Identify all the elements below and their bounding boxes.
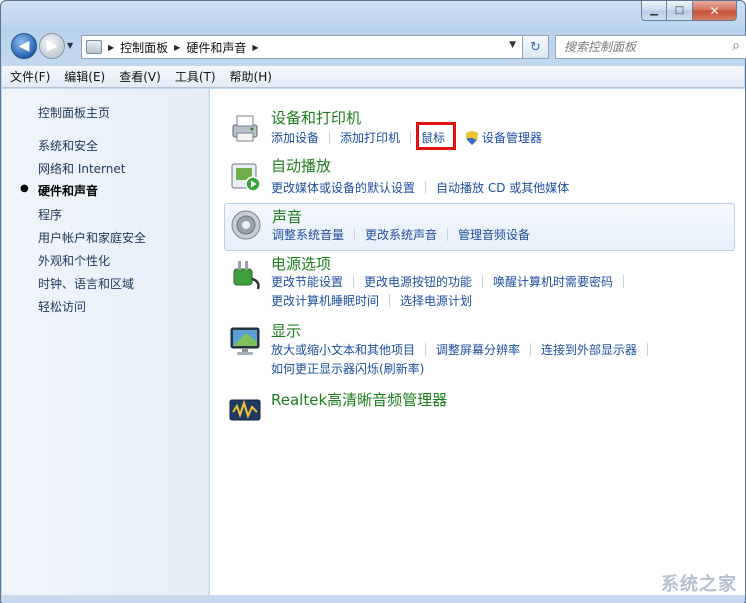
breadcrumb-control-panel[interactable]: 控制面板 xyxy=(120,39,168,56)
refresh-button[interactable]: ↻ xyxy=(523,35,549,59)
link-separator xyxy=(623,275,625,288)
menu-bar: 文件(F) 编辑(E) 查看(V) 工具(T) 帮助(H) xyxy=(2,66,744,88)
category-links: 更改媒体或设备的默认设置 自动播放 CD 或其他媒体 xyxy=(271,179,569,196)
address-dropdown-icon[interactable]: ▼ xyxy=(509,40,516,50)
link-separator xyxy=(353,275,355,288)
address-bar[interactable]: ▶ 控制面板 ▶ 硬件和声音 ▶ ▼ xyxy=(81,35,523,59)
left-navigation-pane: 控制面板主页 系统和安全 网络和 Internet ● 硬件和声音 程序 用户帐… xyxy=(2,89,209,595)
menu-view[interactable]: 查看(V) xyxy=(119,68,161,85)
realtek-audio-icon[interactable] xyxy=(228,393,262,427)
link-adjust-volume[interactable]: 调整系统音量 xyxy=(272,226,344,243)
category-title[interactable]: 设备和打印机 xyxy=(271,107,361,128)
back-button[interactable]: ◀ xyxy=(11,33,37,59)
link-change-power-saving[interactable]: 更改节能设置 xyxy=(271,273,343,290)
sidebar-item-ease-of-access[interactable]: 轻松访问 xyxy=(38,298,86,315)
watermark: 系统之家 xyxy=(661,574,737,595)
link-change-sounds[interactable]: 更改系统声音 xyxy=(365,226,437,243)
breadcrumb-hardware-sound[interactable]: 硬件和声音 xyxy=(186,39,246,56)
category-title[interactable]: 显示 xyxy=(271,320,301,341)
link-add-printer[interactable]: 添加打印机 xyxy=(340,129,400,146)
link-device-manager[interactable]: 设备管理器 xyxy=(482,129,542,146)
category-realtek-audio: Realtek高清晰音频管理器 xyxy=(224,389,735,423)
sidebar-item-appearance[interactable]: 外观和个性化 xyxy=(38,252,110,269)
category-links: 放大或缩小文本和其他项目 调整屏幕分辨率 连接到外部显示器 xyxy=(271,341,658,358)
category-power-options: 电源选项 更改节能设置 更改电源按钮的功能 唤醒计算机时需要密码 更改计算机睡眠… xyxy=(224,253,735,309)
link-separator xyxy=(482,275,484,288)
link-separator xyxy=(425,181,427,194)
category-links: 更改计算机睡眠时间 选择电源计划 xyxy=(271,292,472,309)
recent-pages-dropdown-icon[interactable]: ▼ xyxy=(67,41,73,50)
search-box[interactable]: ⌕ xyxy=(555,35,746,59)
link-separator xyxy=(329,131,331,144)
close-button[interactable]: ✕ xyxy=(693,1,737,21)
maximize-button[interactable]: □ xyxy=(667,1,693,21)
minimize-button[interactable]: ▁ xyxy=(641,1,667,21)
link-separator xyxy=(530,343,532,356)
sidebar-item-network[interactable]: 网络和 Internet xyxy=(38,160,125,177)
link-separator xyxy=(410,131,412,144)
control-panel-window: ▁ □ ✕ ◀ ▶ ▼ ▶ 控制面板 ▶ 硬件和声音 ▶ ▼ ↻ ⌕ 文件(F)… xyxy=(0,0,746,603)
breadcrumb-arrow-icon[interactable]: ▶ xyxy=(108,43,114,52)
category-title[interactable]: 电源选项 xyxy=(271,253,331,274)
sidebar-item-clock-region[interactable]: 时钟、语言和区域 xyxy=(38,275,134,292)
forward-button[interactable]: ▶ xyxy=(39,33,65,59)
category-sound: 声音 调整系统音量 更改系统声音 管理音频设备 xyxy=(224,203,735,251)
category-display: 显示 放大或缩小文本和其他项目 调整屏幕分辨率 连接到外部显示器 如何更正显示器… xyxy=(224,320,735,378)
speaker-icon[interactable] xyxy=(229,208,263,242)
category-autoplay: 自动播放 更改媒体或设备的默认设置 自动播放 CD 或其他媒体 xyxy=(224,155,735,195)
power-plug-icon[interactable] xyxy=(228,257,262,291)
category-title[interactable]: 自动播放 xyxy=(271,155,331,176)
category-title[interactable]: 声音 xyxy=(272,206,302,227)
caption-buttons: ▁ □ ✕ xyxy=(641,1,737,21)
link-choose-power-plan[interactable]: 选择电源计划 xyxy=(400,292,472,309)
navigation-bar: ◀ ▶ ▼ ▶ 控制面板 ▶ 硬件和声音 ▶ ▼ ↻ ⌕ xyxy=(9,33,746,61)
link-power-button-action[interactable]: 更改电源按钮的功能 xyxy=(364,273,472,290)
link-external-display[interactable]: 连接到外部显示器 xyxy=(541,341,637,358)
menu-edit[interactable]: 编辑(E) xyxy=(64,68,105,85)
menu-help[interactable]: 帮助(H) xyxy=(230,68,272,85)
category-links: 调整系统音量 更改系统声音 管理音频设备 xyxy=(272,226,530,243)
monitor-icon[interactable] xyxy=(228,324,262,358)
uac-shield-icon xyxy=(466,130,479,145)
printer-icon[interactable] xyxy=(228,111,262,145)
autoplay-icon[interactable] xyxy=(228,159,262,193)
menu-tools[interactable]: 工具(T) xyxy=(175,68,216,85)
sidebar-item-hardware-sound: 硬件和声音 xyxy=(38,184,99,198)
sidebar-item-user-accounts[interactable]: 用户帐户和家庭安全 xyxy=(38,229,146,246)
link-separator xyxy=(389,294,391,307)
sidebar-item-system-security[interactable]: 系统和安全 xyxy=(38,137,98,154)
link-text-size[interactable]: 放大或缩小文本和其他项目 xyxy=(271,341,415,358)
search-icon[interactable]: ⌕ xyxy=(732,38,740,54)
link-separator xyxy=(354,228,356,241)
category-devices-printers: 设备和打印机 添加设备 添加打印机 鼠标 设备管理器 xyxy=(224,107,735,151)
category-links: 更改节能设置 更改电源按钮的功能 唤醒计算机时需要密码 xyxy=(271,273,634,290)
link-add-device[interactable]: 添加设备 xyxy=(271,129,319,146)
current-item-bullet-icon: ● xyxy=(20,183,29,194)
link-screen-resolution[interactable]: 调整屏幕分辨率 xyxy=(436,341,520,358)
link-change-default-media[interactable]: 更改媒体或设备的默认设置 xyxy=(271,179,415,196)
link-manage-audio-devices[interactable]: 管理音频设备 xyxy=(458,226,530,243)
link-autoplay-cd[interactable]: 自动播放 CD 或其他媒体 xyxy=(436,179,569,196)
main-content-pane: 设备和打印机 添加设备 添加打印机 鼠标 设备管理器 自动播放 更改媒体或设备的… xyxy=(210,89,745,595)
breadcrumb-arrow-icon[interactable]: ▶ xyxy=(252,43,258,52)
category-links: 添加设备 添加打印机 鼠标 设备管理器 xyxy=(271,129,542,146)
link-separator xyxy=(447,228,449,241)
category-title[interactable]: Realtek高清晰音频管理器 xyxy=(271,389,447,410)
window-bottom-border xyxy=(2,595,744,603)
mouse-highlight-box xyxy=(416,122,456,150)
link-monitor-flicker[interactable]: 如何更正显示器闪烁(刷新率) xyxy=(271,360,424,377)
link-change-sleep-time[interactable]: 更改计算机睡眠时间 xyxy=(271,292,379,309)
sidebar-item-home[interactable]: 控制面板主页 xyxy=(38,104,110,121)
link-separator xyxy=(647,343,649,356)
search-input[interactable] xyxy=(564,40,724,54)
menu-file[interactable]: 文件(F) xyxy=(10,68,50,85)
category-links: 如何更正显示器闪烁(刷新率) xyxy=(271,360,424,377)
control-panel-icon xyxy=(86,40,102,54)
breadcrumb-arrow-icon[interactable]: ▶ xyxy=(174,43,180,52)
link-separator xyxy=(425,343,427,356)
link-require-password-wake[interactable]: 唤醒计算机时需要密码 xyxy=(493,273,613,290)
sidebar-item-programs[interactable]: 程序 xyxy=(38,206,62,223)
